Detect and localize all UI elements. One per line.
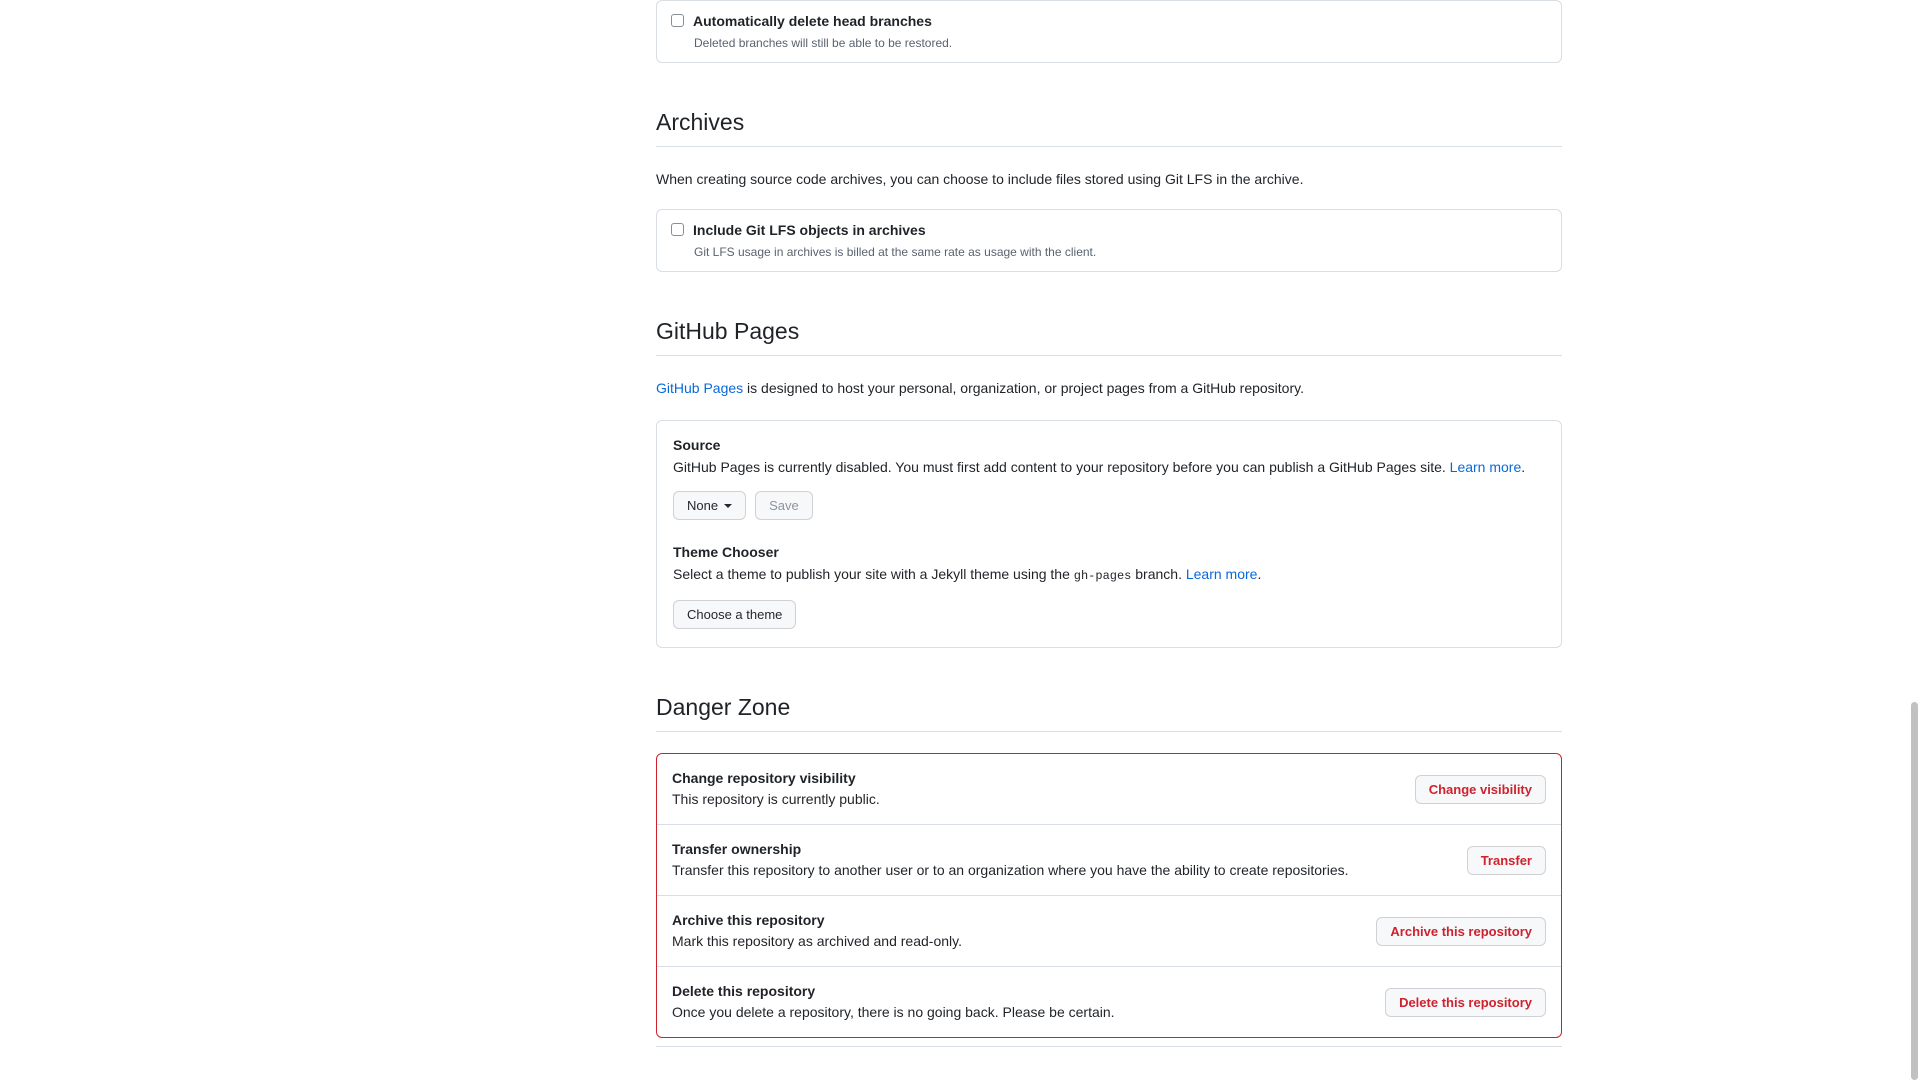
source-period: . xyxy=(1521,459,1526,475)
source-controls: None Save xyxy=(673,491,1545,520)
danger-row-archive-repository: Archive this repository Mark this reposi… xyxy=(657,895,1561,966)
github-pages-intro-rest: is designed to host your personal, organ… xyxy=(743,380,1304,396)
archives-heading: Archives xyxy=(656,107,1562,147)
gh-pages-branch-code: gh-pages xyxy=(1073,569,1132,583)
github-pages-section: GitHub Pages GitHub Pages is designed to… xyxy=(656,316,1562,648)
archives-lfs-card: Include Git LFS objects in archives Git … xyxy=(656,209,1562,272)
archive-repository-title: Archive this repository xyxy=(672,912,825,928)
change-visibility-texts: Change repository visibility This reposi… xyxy=(672,768,880,810)
theme-chooser-description: Select a theme to publish your site with… xyxy=(673,564,1545,587)
archive-repository-button[interactable]: Archive this repository xyxy=(1376,916,1546,946)
choose-a-theme-button[interactable]: Choose a theme xyxy=(673,600,797,629)
danger-zone-heading: Danger Zone xyxy=(656,692,1562,732)
footer-divider xyxy=(656,1046,1562,1047)
transfer-button[interactable]: Transfer xyxy=(1466,845,1546,875)
transfer-ownership-description: Transfer this repository to another user… xyxy=(672,862,1349,878)
transfer-ownership-title: Transfer ownership xyxy=(672,841,802,857)
auto-delete-head-branches-checkbox[interactable] xyxy=(671,14,684,27)
chevron-down-icon xyxy=(724,503,733,508)
theme-desc-before: Select a theme to publish your site with… xyxy=(673,566,1074,582)
source-description: GitHub Pages is currently disabled. You … xyxy=(673,457,1545,478)
auto-delete-description: Deleted branches will still be able to b… xyxy=(694,36,953,50)
theme-period: . xyxy=(1257,566,1262,582)
danger-row-transfer-ownership: Transfer ownership Transfer this reposit… xyxy=(657,824,1561,895)
auto-delete-branches-card: Automatically delete head branches Delet… xyxy=(656,0,1562,63)
change-visibility-description: This repository is currently public. xyxy=(672,791,880,807)
danger-row-delete-repository: Delete this repository Once you delete a… xyxy=(657,966,1561,1037)
delete-repository-title: Delete this repository xyxy=(672,983,816,999)
github-pages-heading: GitHub Pages xyxy=(656,316,1562,356)
source-learn-more-link[interactable]: Learn more xyxy=(1450,459,1522,475)
source-description-text: GitHub Pages is currently disabled. You … xyxy=(673,459,1446,475)
settings-content: Automatically delete head branches Delet… xyxy=(656,0,1562,1038)
delete-repository-description: Once you delete a repository, there is n… xyxy=(672,1004,1115,1020)
page-scrollbar[interactable] xyxy=(1909,0,1920,1080)
pages-source-save-button[interactable]: Save xyxy=(755,491,813,520)
transfer-ownership-texts: Transfer ownership Transfer this reposit… xyxy=(672,839,1349,881)
theme-learn-more-link[interactable]: Learn more xyxy=(1186,566,1258,582)
danger-zone-card: Change repository visibility This reposi… xyxy=(656,753,1562,1038)
archives-section: Archives When creating source code archi… xyxy=(656,107,1562,272)
auto-delete-title: Automatically delete head branches xyxy=(693,13,932,29)
archives-description: When creating source code archives, you … xyxy=(656,171,1304,187)
include-git-lfs-checkbox[interactable] xyxy=(671,223,684,236)
scrollbar-thumb[interactable] xyxy=(1911,702,1918,1080)
auto-delete-texts: Automatically delete head branches xyxy=(693,11,932,31)
archive-repository-texts: Archive this repository Mark this reposi… xyxy=(672,910,962,952)
repository-settings-page: Automatically delete head branches Delet… xyxy=(0,0,1920,1080)
lfs-title: Include Git LFS objects in archives xyxy=(693,222,926,238)
theme-chooser-block: Theme Chooser Select a theme to publish … xyxy=(673,542,1545,629)
danger-row-change-visibility: Change repository visibility This reposi… xyxy=(657,754,1561,824)
lfs-description: Git LFS usage in archives is billed at t… xyxy=(694,245,1097,259)
theme-controls: Choose a theme xyxy=(673,600,1545,629)
lfs-texts: Include Git LFS objects in archives xyxy=(693,220,926,240)
source-title: Source xyxy=(673,437,721,453)
pages-source-branch-label: None xyxy=(687,498,719,513)
pages-source-branch-select[interactable]: None xyxy=(673,491,747,520)
theme-chooser-title: Theme Chooser xyxy=(673,544,779,560)
change-visibility-title: Change repository visibility xyxy=(672,770,856,786)
delete-repository-texts: Delete this repository Once you delete a… xyxy=(672,981,1115,1023)
danger-zone-section: Danger Zone Change repository visibility… xyxy=(656,692,1562,1038)
change-visibility-button[interactable]: Change visibility xyxy=(1414,774,1546,804)
theme-desc-after: branch. xyxy=(1131,566,1186,582)
github-pages-card: Source GitHub Pages is currently disable… xyxy=(656,420,1562,648)
github-pages-intro: GitHub Pages is designed to host your pe… xyxy=(656,378,1562,399)
github-pages-link[interactable]: GitHub Pages xyxy=(656,380,743,396)
delete-repository-button[interactable]: Delete this repository xyxy=(1385,987,1546,1017)
archive-repository-description: Mark this repository as archived and rea… xyxy=(672,933,962,949)
